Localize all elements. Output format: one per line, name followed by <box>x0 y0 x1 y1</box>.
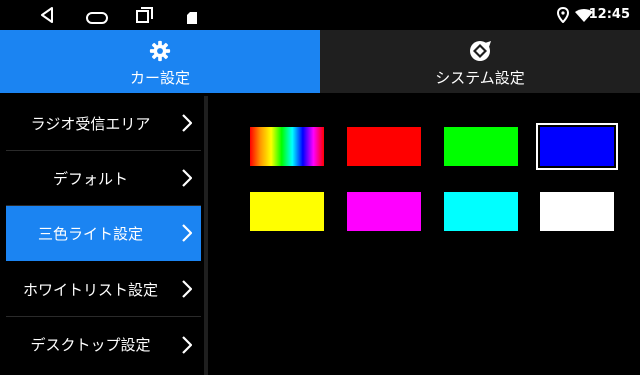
home-icon[interactable] <box>86 9 108 28</box>
location-icon <box>556 6 570 27</box>
top-tabs: カー設定 システム設定 <box>0 30 640 93</box>
tab-label: カー設定 <box>129 69 190 87</box>
swatch-rainbow[interactable] <box>250 127 324 166</box>
panel-divider <box>204 96 208 375</box>
chevron-right-icon <box>173 317 201 372</box>
swatch-yellow[interactable] <box>250 192 324 231</box>
sidebar-item-radio-area[interactable]: ラジオ受信エリア <box>6 96 201 151</box>
sidebar-item-desktop[interactable]: デスクトップ設定 <box>6 317 201 372</box>
sidebar-item-default[interactable]: デフォルト <box>6 151 201 206</box>
swatch-blue[interactable] <box>536 123 618 170</box>
sidebar-item-whitelist[interactable]: ホワイトリスト設定 <box>6 262 201 317</box>
chevron-right-icon <box>173 151 201 206</box>
swatch-white[interactable] <box>540 192 614 231</box>
swatch-magenta[interactable] <box>347 192 421 231</box>
sidebar-item-label: デフォルト <box>52 169 128 188</box>
recents-icon[interactable] <box>136 7 154 27</box>
swatch-green[interactable] <box>444 127 518 166</box>
color-panel <box>209 96 640 375</box>
sidebar-item-tricolor-light[interactable]: 三色ライト設定 <box>6 206 201 261</box>
swatch-cyan[interactable] <box>444 192 518 231</box>
sidebar-item-label: デスクトップ設定 <box>30 336 151 354</box>
system-logo-icon <box>468 40 492 62</box>
sidebar-item-label: ラジオ受信エリア <box>30 114 151 133</box>
chevron-right-icon <box>173 206 201 261</box>
tab-label: システム設定 <box>435 69 525 87</box>
sidebar-item-label: 三色ライト設定 <box>37 224 143 243</box>
status-bar: 12:45 <box>0 0 640 30</box>
clock: 12:45 <box>588 7 630 22</box>
back-icon[interactable] <box>40 7 54 27</box>
settings-sidebar: ラジオ受信エリア デフォルト 三色ライト設定 ホワイトリスト設定 デスクトップ設… <box>6 96 201 375</box>
chevron-right-icon <box>173 96 201 151</box>
swatch-red[interactable] <box>347 127 421 166</box>
sd-card-icon <box>187 9 197 28</box>
sidebar-item-label: ホワイトリスト設定 <box>22 280 158 299</box>
gear-icon <box>149 40 171 62</box>
tab-system-settings[interactable]: システム設定 <box>320 30 640 93</box>
tab-car-settings[interactable]: カー設定 <box>0 30 320 93</box>
chevron-right-icon <box>173 262 201 317</box>
